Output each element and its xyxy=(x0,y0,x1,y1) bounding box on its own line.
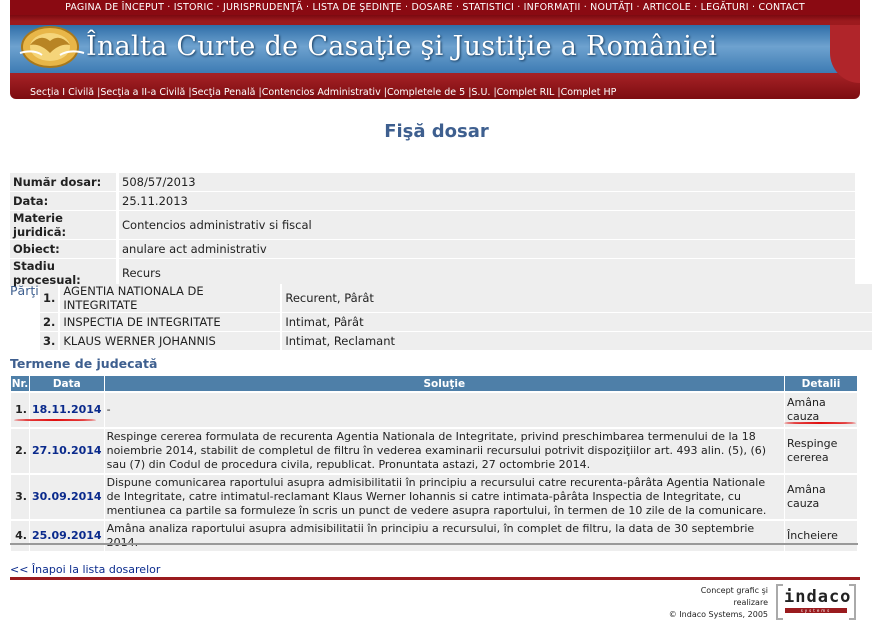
party-nr: 3. xyxy=(40,332,59,350)
termen-detalii: Amâna cauza xyxy=(785,475,857,519)
info-row: Materie juridică: Contencios administrati… xyxy=(10,211,855,239)
credit-line: Concept grafic şi xyxy=(700,586,768,595)
section-su[interactable]: S.U. xyxy=(471,87,490,98)
termen-date-cell: 18.11.2014 xyxy=(30,393,104,427)
col-header-nr: Nr. xyxy=(11,376,29,391)
info-value: 508/57/2013 xyxy=(116,173,855,191)
party-role: Recurent, Pârât xyxy=(280,284,873,312)
termen-detalii: Respinge cererea xyxy=(785,429,857,473)
info-row: Număr dosar: 508/57/2013 xyxy=(10,173,855,191)
col-header-detalii: Detalii xyxy=(785,376,857,391)
parti-heading: Părţi xyxy=(10,283,39,298)
indaco-logo[interactable]: indaco systems xyxy=(776,584,856,620)
nav-statistici[interactable]: STATISTICI xyxy=(462,2,514,13)
logo-sub: systems xyxy=(785,608,847,613)
termene-heading: Termene de judecată xyxy=(10,356,158,371)
site-banner: Înalta Curte de Casaţie şi Justiţie a Ro… xyxy=(10,15,860,99)
info-key: Data: xyxy=(10,192,116,210)
party-name: INSPECTIA DE INTEGRITATE xyxy=(58,313,281,331)
logo-bracket-left xyxy=(776,584,783,620)
nav-informatii[interactable]: INFORMAŢII xyxy=(524,2,581,13)
section-completele-5[interactable]: Completele de 5 xyxy=(387,87,465,98)
termen-solutie: Respinge cererea formulata de recurenta … xyxy=(104,429,784,473)
nav-lista-sedinte[interactable]: LISTA DE ŞEDINŢE xyxy=(312,2,401,13)
party-name: AGENTIA NATIONALA DE INTEGRITATE xyxy=(58,284,281,312)
info-key: Materie juridică: xyxy=(10,211,116,239)
party-row: 2. INSPECTIA DE INTEGRITATE Intimat, Pârât xyxy=(40,313,873,331)
termen-nr: 1. xyxy=(11,393,29,427)
termen-date-cell: 27.10.2014 xyxy=(30,429,104,473)
nav-istoric[interactable]: ISTORIC xyxy=(174,2,214,13)
info-row: Obiect: anulare act administrativ xyxy=(10,240,855,258)
section-complet-ril[interactable]: Complet RIL xyxy=(497,87,555,98)
nav-home[interactable]: PAGINA DE ÎNCEPUT xyxy=(65,2,164,13)
party-role: Intimat, Pârât xyxy=(280,313,873,331)
termen-solutie: Dispune comunicarea raportului asupra ad… xyxy=(104,475,784,519)
section-civila-1[interactable]: Secţia I Civilă xyxy=(30,87,94,98)
party-role: Intimat, Reclamant xyxy=(280,332,873,350)
logo-word: indaco xyxy=(784,587,852,607)
section-contencios[interactable]: Contencios Administrativ xyxy=(262,87,381,98)
party-row: 3. KLAUS WERNER JOHANNIS Intimat, Reclaman… xyxy=(40,332,873,350)
termen-date-link[interactable]: 30.09.2014 xyxy=(32,490,102,503)
credit-line: realizare xyxy=(733,598,768,607)
termen-detalii: Încheiere xyxy=(785,521,857,551)
credit-line: © Indaco Systems, 2005 xyxy=(668,610,768,619)
termen-solutie: - xyxy=(104,393,784,427)
logo-bracket-right xyxy=(849,584,856,620)
parti-table: 1. AGENTIA NATIONALA DE INTEGRITATE Recure… xyxy=(40,283,873,351)
termene-table: Nr. Data Soluţie Detalii 1. 18.11.2014 -… xyxy=(10,374,858,553)
party-row: 1. AGENTIA NATIONALA DE INTEGRITATE Recure… xyxy=(40,284,873,312)
termen-row: 2. 27.10.2014 Respinge cererea formulata… xyxy=(11,429,857,473)
section-complet-hp[interactable]: Complet HP xyxy=(561,87,617,98)
termen-date-link[interactable]: 27.10.2014 xyxy=(32,444,102,457)
info-row: Data: 25.11.2013 xyxy=(10,192,855,210)
nav-legaturi[interactable]: LEGĂTURI xyxy=(701,2,749,13)
termen-date-link[interactable]: 25.09.2014 xyxy=(32,529,102,542)
nav-contact[interactable]: CONTACT xyxy=(758,2,804,13)
col-header-solutie: Soluţie xyxy=(104,376,784,391)
termen-row: 4. 25.09.2014 Amâna analiza raportului a… xyxy=(11,521,857,551)
termen-nr: 3. xyxy=(11,475,29,519)
termen-date-link[interactable]: 18.11.2014 xyxy=(32,403,102,416)
credit-text: Concept grafic şi realizare © Indaco Sys… xyxy=(640,585,768,621)
footer-rule xyxy=(10,577,860,580)
site-title: Înalta Curte de Casaţie şi Justiţie a Ro… xyxy=(86,31,718,62)
termen-nr: 2. xyxy=(11,429,29,473)
page-title: Fişă dosar xyxy=(384,121,489,142)
party-nr: 1. xyxy=(40,284,59,312)
termen-date-cell: 25.09.2014 xyxy=(30,521,104,551)
nav-dosare[interactable]: DOSARE xyxy=(411,2,452,13)
section-nav: Secţia I Civilă |Secţia a II-a Civilă |S… xyxy=(30,87,617,98)
annotation-underline-detail xyxy=(784,422,856,424)
back-to-list-link[interactable]: << Înapoi la lista dosarelor xyxy=(10,563,160,576)
case-info-table: Număr dosar: 508/57/2013 Data: 25.11.2013 … xyxy=(10,172,855,288)
table-bottom-rule xyxy=(10,543,858,545)
termen-row: 1. 18.11.2014 - Amâna cauza xyxy=(11,393,857,427)
party-nr: 2. xyxy=(40,313,59,331)
info-value: anulare act administrativ xyxy=(116,240,855,258)
party-name: KLAUS WERNER JOHANNIS xyxy=(58,332,281,350)
termen-solutie: Amâna analiza raportului asupra admisibi… xyxy=(104,521,784,551)
termen-date-cell: 30.09.2014 xyxy=(30,475,104,519)
termen-nr: 4. xyxy=(11,521,29,551)
info-key: Număr dosar: xyxy=(10,173,116,191)
nav-jurisprudenta[interactable]: JURISPRUDENŢĂ xyxy=(223,2,303,13)
section-civila-2[interactable]: Secţia a II-a Civilă xyxy=(100,87,185,98)
nav-articole[interactable]: ARTICOLE xyxy=(643,2,691,13)
top-nav: PAGINA DE ÎNCEPUT · ISTORIC · JURISPRUDE… xyxy=(10,0,860,15)
info-value: Contencios administrativ si fiscal xyxy=(116,211,855,239)
annotation-underline-date xyxy=(14,419,96,421)
nav-noutati[interactable]: NOUTĂŢI xyxy=(590,2,633,13)
info-value: 25.11.2013 xyxy=(116,192,855,210)
section-penala[interactable]: Secţia Penală xyxy=(192,87,256,98)
termene-header-row: Nr. Data Soluţie Detalii xyxy=(11,376,857,391)
col-header-data: Data xyxy=(30,376,104,391)
termen-row: 3. 30.09.2014 Dispune comunicarea raport… xyxy=(11,475,857,519)
info-key: Obiect: xyxy=(10,240,116,258)
court-seal-icon xyxy=(19,26,85,68)
